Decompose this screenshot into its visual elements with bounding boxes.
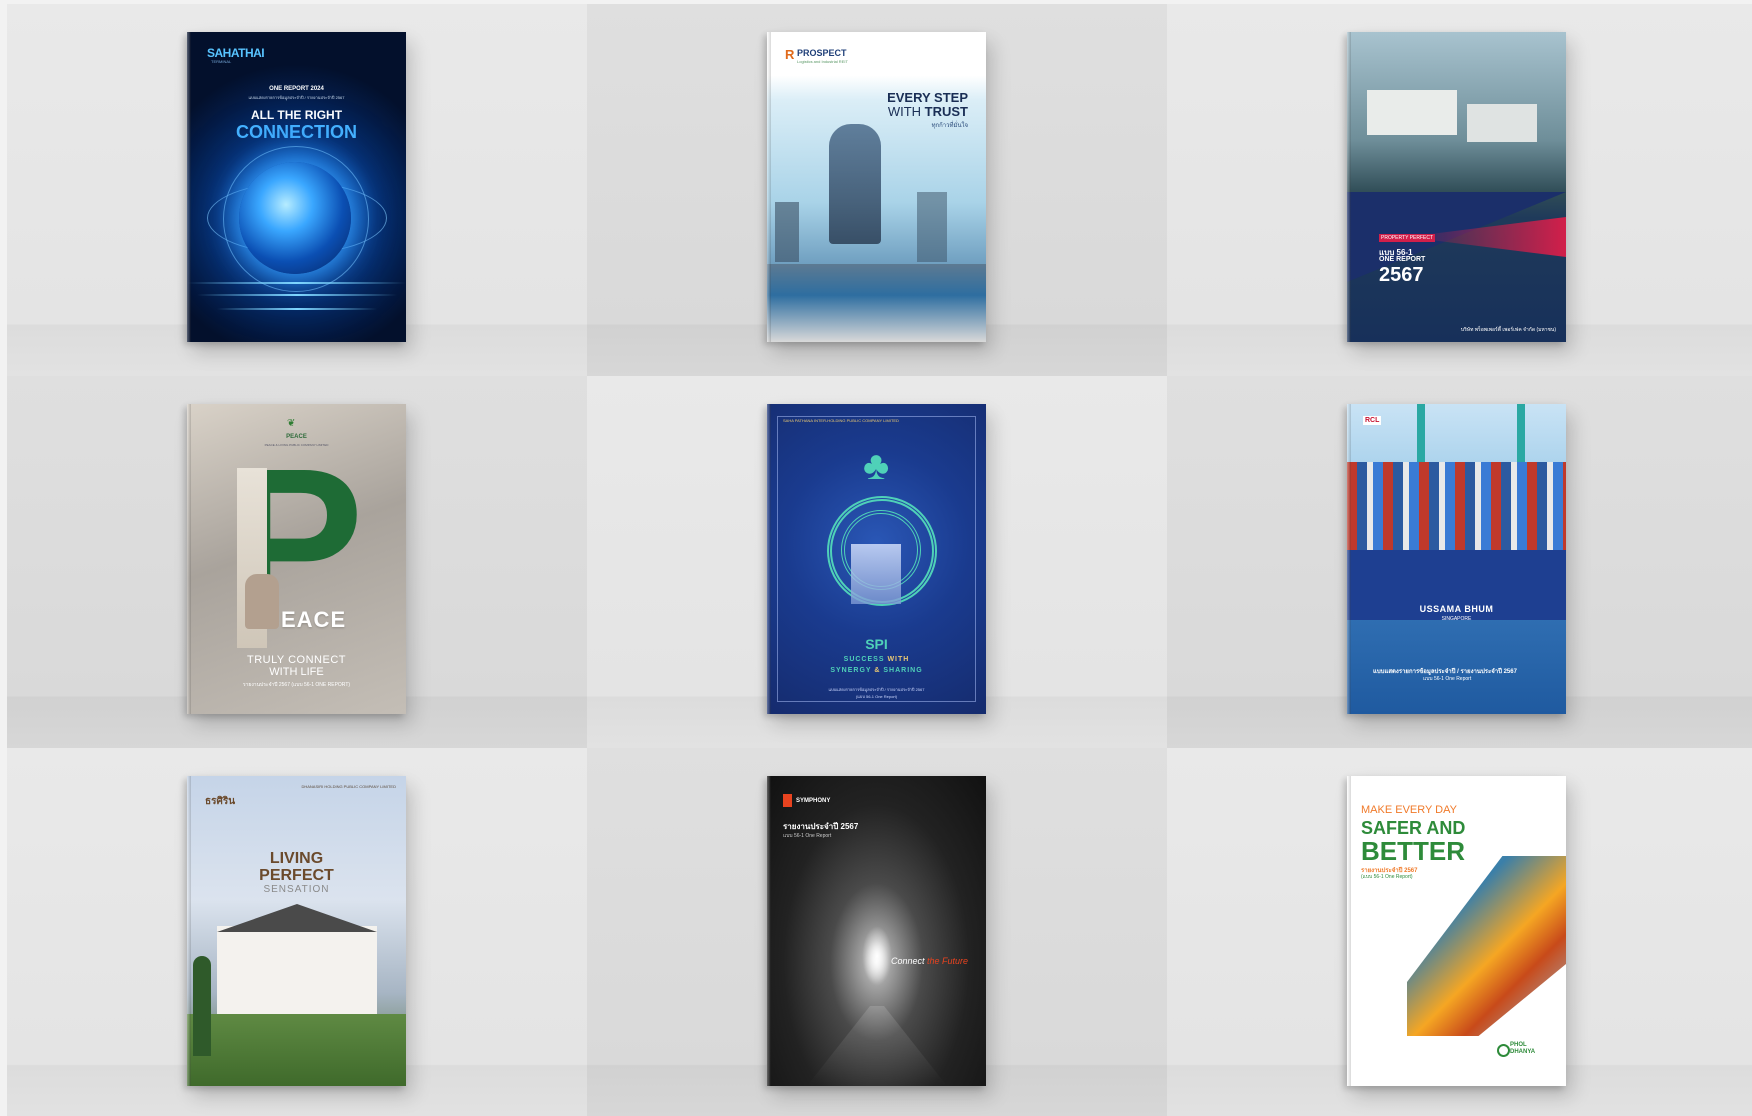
report-cover-spi[interactable]: SAHA PATHANA INTER-HOLDING PUBLIC COMPAN…: [767, 404, 986, 714]
house-illustration: [1467, 104, 1537, 142]
report-cover-dhanasiri[interactable]: ธรศิริน DHANASIRI HOLDING PUBLIC COMPANY…: [187, 776, 406, 1086]
thai-subtitle: แบบแสดงรายการข้อมูลประจำปี / รายงานประจำ…: [248, 95, 345, 100]
brand-logo: PROSPECT: [797, 48, 847, 58]
building-shape: [775, 202, 799, 262]
house-roof: [217, 904, 377, 932]
report-sub: แบบ 56-1 One Report: [783, 833, 832, 839]
tagline: Connect the Future: [891, 956, 969, 966]
report-cover-peace[interactable]: ❦ PEACE PEACE & LIVING PUBLIC COMPANY LI…: [187, 404, 406, 714]
report-label: ONE REPORT: [1379, 256, 1426, 263]
globe-illustration: [239, 162, 351, 274]
brand-logo: RCL: [1363, 416, 1382, 425]
thai-subtitle: ทุกก้าวที่มั่นใจ: [931, 123, 968, 129]
mockup-cell: RCL USSAMA BHUM SINGAPORE แบบแสดงรายการข…: [1167, 376, 1752, 748]
container-stack: [1347, 462, 1566, 550]
report-label: แบบแสดงรายการข้อมูลประจำปี / รายงานประจำ…: [828, 687, 925, 692]
mockup-cell: ❦ PEACE PEACE & LIVING PUBLIC COMPANY LI…: [7, 376, 587, 748]
company-name: DHANASIRI HOLDING PUBLIC COMPANY LIMITED: [301, 784, 396, 789]
headline-line1: MAKE EVERY DAY: [1361, 804, 1457, 816]
tagline-line1: TRULY CONNECT: [247, 654, 346, 666]
safety-worker-photo: [1407, 856, 1566, 1036]
family-photo: [245, 574, 279, 629]
tagline-line1: SUCCESS WITH: [843, 656, 910, 663]
headline-line3: SENSATION: [263, 884, 330, 895]
warehouse-photo: [767, 264, 986, 342]
mockup-cell: MAKE EVERY DAY SAFER AND BETTER รายงานปร…: [1167, 748, 1752, 1116]
brand-logo-line2: DHANYA: [1510, 1049, 1536, 1055]
headline-line2: PERFECT: [259, 867, 334, 884]
brand-sub: TERMINAL: [211, 59, 232, 64]
garden-lawn: [187, 1014, 406, 1086]
phol-logo-icon: [1497, 1044, 1510, 1057]
brand-tag: PROPERTY PERFECT: [1379, 234, 1436, 242]
report-sub: (แบบ 56-1 One Report): [855, 694, 898, 699]
report-cover-phol-dhanya[interactable]: MAKE EVERY DAY SAFER AND BETTER รายงานปร…: [1347, 776, 1566, 1086]
report-cover-property-perfect[interactable]: PROPERTY PERFECT แบบ 56-1 ONE REPORT 256…: [1347, 32, 1566, 342]
brand-logo: ธรศิริน: [205, 796, 236, 807]
headline-line1: EVERY STEP: [887, 90, 968, 105]
mockup-cell: R PROSPECT Logistics and Industrial REIT…: [587, 4, 1167, 376]
report-label: รายงานประจำปี 2567 (แบบ 56-1 ONE REPORT): [242, 682, 351, 688]
pine-tree: [193, 956, 211, 1056]
report-cover-symphony[interactable]: SYMPHONY รายงานประจำปี 2567 แบบ 56-1 One…: [767, 776, 986, 1086]
brand-logo: SYMPHONY: [796, 798, 831, 804]
brand-line: SAHA PATHANA INTER-HOLDING PUBLIC COMPAN…: [783, 418, 899, 423]
mockup-cell: SAHA PATHANA INTER-HOLDING PUBLIC COMPAN…: [587, 376, 1167, 748]
light-streak: [187, 282, 406, 284]
brand-word: EACE: [281, 607, 347, 632]
prospect-logo-icon: R: [785, 47, 795, 62]
headline-line2: WITH TRUST: [887, 104, 968, 119]
tunnel-light: [862, 926, 892, 986]
mockup-cell: ธรศิริน DHANASIRI HOLDING PUBLIC COMPANY…: [7, 748, 587, 1116]
mockup-cell: PROPERTY PERFECT แบบ 56-1 ONE REPORT 256…: [1167, 4, 1752, 376]
report-year: 2567: [1379, 264, 1424, 286]
road-surface: [807, 1006, 947, 1086]
factory-illustration: [851, 544, 901, 604]
report-cover-sahathai[interactable]: SAHATHAI TERMINAL ONE REPORT 2024 แบบแสด…: [187, 32, 406, 342]
headline-line1: LIVING: [269, 850, 324, 867]
headline-line3: BETTER: [1361, 836, 1465, 866]
tagline-line2: SYNERGY & SHARING: [830, 667, 923, 674]
report-sub: แบบ 56-1 One Report: [1423, 676, 1472, 682]
report-cover-grid: SAHATHAI TERMINAL ONE REPORT 2024 แบบแสด…: [7, 4, 1752, 1116]
building-shape: [917, 192, 947, 262]
tagline-line2: WITH LIFE: [269, 666, 324, 678]
report-sub: (แบบ 56-1 One Report): [1361, 874, 1413, 880]
light-streak: [217, 308, 377, 310]
company-name: บริษัท พร็อพเพอร์ตี้ เพอร์เฟค จำกัด (มหา…: [1460, 327, 1556, 333]
report-label: ONE REPORT 2024: [269, 86, 324, 92]
brand-logo-line1: PHOL: [1510, 1042, 1527, 1048]
ship-name: USSAMA BHUM: [1419, 604, 1494, 614]
company-abbr: SPI: [865, 636, 888, 652]
brand-sub: Logistics and Industrial REIT: [797, 59, 848, 64]
brand-logo: SAHATHAI: [207, 46, 265, 60]
headline-line1: ALL THE RIGHT: [250, 108, 343, 122]
mockup-cell: SYMPHONY รายงานประจำปี 2567 แบบ 56-1 One…: [587, 748, 1167, 1116]
headline-line2: CONNECTION: [236, 122, 357, 142]
report-cover-prospect[interactable]: R PROSPECT Logistics and Industrial REIT…: [767, 32, 986, 342]
house-illustration: [1367, 90, 1457, 135]
mockup-cell: SAHATHAI TERMINAL ONE REPORT 2024 แบบแสด…: [7, 4, 587, 376]
report-cover-rcl[interactable]: RCL USSAMA BHUM SINGAPORE แบบแสดงรายการข…: [1347, 404, 1566, 714]
ship-port: SINGAPORE: [1441, 616, 1472, 622]
light-streak: [197, 294, 397, 296]
tree-icon: ♣: [863, 444, 890, 488]
symphony-logo-icon: [783, 794, 792, 807]
businessman-silhouette: [829, 124, 881, 244]
